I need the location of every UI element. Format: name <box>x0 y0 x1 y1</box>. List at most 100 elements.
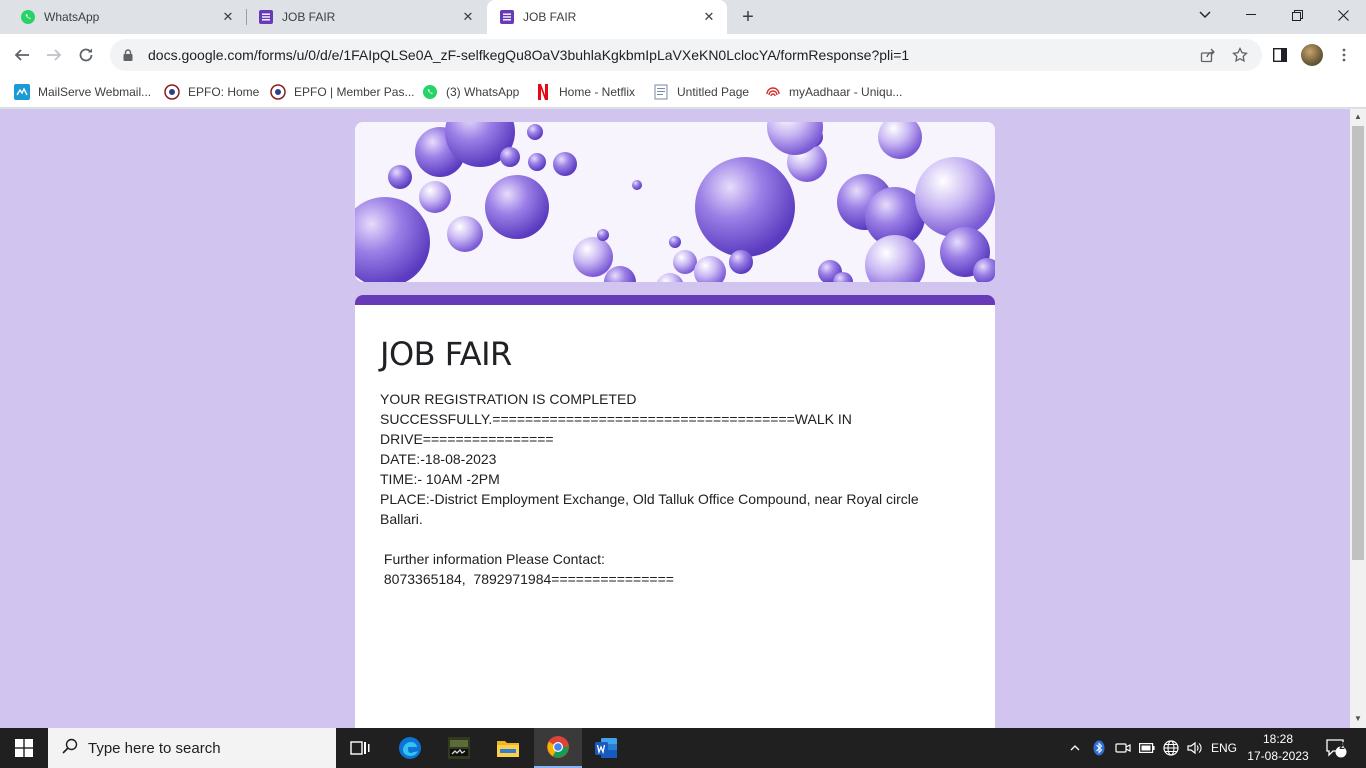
chevron-down-icon <box>1199 11 1211 18</box>
tab-whatsapp[interactable]: WhatsApp ✕ <box>0 0 246 34</box>
volume-icon[interactable] <box>1186 728 1204 768</box>
aadhaar-icon <box>765 84 781 100</box>
taskbar-chrome[interactable] <box>534 728 582 768</box>
message-line: SUCCESSFULLY.===========================… <box>380 411 852 427</box>
bookmark-epfo-home[interactable]: EPFO: Home <box>164 82 259 102</box>
taskbar-edge[interactable] <box>386 728 434 768</box>
message-line: 8073365184, 7892971984=============== <box>380 571 674 587</box>
word-icon <box>595 738 617 758</box>
message-line: PLACE:-District Employment Exchange, Old… <box>380 491 919 507</box>
google-forms-icon <box>499 9 515 25</box>
whatsapp-icon <box>20 9 36 25</box>
tab-job-fair-active[interactable]: JOB FAIR ✕ <box>487 0 727 34</box>
page-scrollbar[interactable]: ▲ ▼ <box>1350 109 1366 728</box>
form-accent-bar <box>355 295 995 305</box>
url-text: docs.google.com/forms/u/0/d/e/1FAIpQLSe0… <box>148 47 910 63</box>
bookmark-label: Home - Netflix <box>559 85 636 99</box>
confirmation-message: YOUR REGISTRATION IS COMPLETED SUCCESSFU… <box>380 389 960 589</box>
bookmarks-bar: MailServe Webmail... EPFO: Home EPFO | M… <box>0 76 1366 108</box>
bookmark-mailserve[interactable]: MailServe Webmail... <box>14 82 151 102</box>
arrow-right-icon <box>47 49 62 61</box>
close-window-button[interactable] <box>1320 0 1366 30</box>
bookmark-epfo-member[interactable]: EPFO | Member Pas... <box>270 82 414 102</box>
taskbar-file-explorer[interactable] <box>484 728 532 768</box>
message-line: DRIVE================ <box>380 431 554 447</box>
message-line: Further information Please Contact: <box>380 551 605 567</box>
restore-button[interactable] <box>1274 0 1320 30</box>
search-placeholder: Type here to search <box>88 739 221 757</box>
reload-icon <box>79 48 93 62</box>
whatsapp-icon <box>422 84 438 100</box>
page-icon <box>653 84 669 100</box>
epfo-icon <box>164 84 180 100</box>
share-icon[interactable] <box>1199 46 1217 64</box>
notification-center-button[interactable]: 2 <box>1320 728 1352 768</box>
bookmark-aadhaar[interactable]: myAadhaar - Uniqu... <box>765 82 902 102</box>
notification-count-badge: 2 <box>1339 741 1345 752</box>
bluetooth-icon[interactable] <box>1090 728 1108 768</box>
search-icon <box>62 738 78 759</box>
bookmark-label: MailServe Webmail... <box>38 85 152 99</box>
message-line: YOUR REGISTRATION IS COMPLETED <box>380 391 637 407</box>
scroll-down-arrow-icon[interactable]: ▼ <box>1354 714 1362 723</box>
form-card: JOB FAIR YOUR REGISTRATION IS COMPLETED … <box>355 295 995 728</box>
address-bar[interactable]: docs.google.com/forms/u/0/d/e/1FAIpQLSe0… <box>110 39 1262 71</box>
message-line: DATE:-18-08-2023 <box>380 451 497 467</box>
reload-button[interactable] <box>74 43 98 67</box>
input-language-indicator[interactable]: ENG <box>1208 728 1240 768</box>
form-page: JOB FAIR YOUR REGISTRATION IS COMPLETED … <box>0 109 1350 728</box>
close-icon[interactable]: ✕ <box>220 9 236 25</box>
show-hidden-icons-button[interactable] <box>1066 728 1084 768</box>
close-icon[interactable]: ✕ <box>701 9 717 25</box>
taskbar-clock[interactable]: 18:28 17-08-2023 <box>1246 731 1310 765</box>
bookmark-untitled[interactable]: Untitled Page <box>653 82 749 102</box>
forward-button[interactable] <box>42 43 66 67</box>
chrome-icon <box>547 736 569 758</box>
taskbar-nfs-game[interactable] <box>435 728 483 768</box>
arrow-left-icon <box>14 49 29 61</box>
task-view-button[interactable] <box>336 728 384 768</box>
profile-avatar[interactable] <box>1301 44 1323 66</box>
minimize-button[interactable] <box>1228 0 1274 30</box>
side-panel-icon[interactable] <box>1270 45 1290 65</box>
bookmark-label: myAadhaar - Uniqu... <box>789 85 903 99</box>
close-icon[interactable]: ✕ <box>460 9 476 25</box>
bookmark-netflix[interactable]: Home - Netflix <box>535 82 635 102</box>
windows-taskbar: Type here to search ENG 18:28 17-08-2023 <box>0 728 1366 768</box>
bookmark-label: (3) WhatsApp <box>446 85 520 99</box>
back-button[interactable] <box>10 43 34 67</box>
bookmark-star-icon[interactable] <box>1231 46 1249 64</box>
scrollbar-thumb[interactable] <box>1352 126 1364 560</box>
meet-now-icon[interactable] <box>1114 728 1132 768</box>
clock-date: 17-08-2023 <box>1247 749 1309 763</box>
menu-icon[interactable] <box>1334 45 1354 65</box>
scroll-up-arrow-icon[interactable]: ▲ <box>1354 112 1362 121</box>
netflix-icon <box>535 84 551 100</box>
form-header-image <box>355 122 995 282</box>
taskbar-search-input[interactable]: Type here to search <box>48 728 336 768</box>
mailserve-icon <box>14 84 30 100</box>
bookmark-label: EPFO: Home <box>188 85 260 99</box>
battery-icon[interactable] <box>1138 728 1156 768</box>
bookmark-label: EPFO | Member Pas... <box>294 85 415 99</box>
tab-strip: WhatsApp ✕ JOB FAIR ✕ JOB FAIR ✕ + <box>0 0 1366 34</box>
message-line: TIME:- 10AM -2PM <box>380 471 500 487</box>
message-line: Ballari. <box>380 511 423 527</box>
network-globe-icon[interactable] <box>1162 728 1180 768</box>
taskbar-word[interactable] <box>582 728 630 768</box>
new-tab-button[interactable]: + <box>736 5 760 29</box>
edge-icon <box>399 737 421 759</box>
lock-icon <box>120 49 136 61</box>
browser-toolbar: docs.google.com/forms/u/0/d/e/1FAIpQLSe0… <box>0 34 1366 76</box>
start-button[interactable] <box>0 728 48 768</box>
nfs-game-icon <box>448 737 470 759</box>
tab-title: JOB FAIR <box>523 10 577 24</box>
tab-search-button[interactable] <box>1182 0 1228 30</box>
task-view-icon <box>350 741 370 755</box>
tab-title: JOB FAIR <box>282 10 336 24</box>
clock-time: 18:28 <box>1262 732 1294 746</box>
tab-title: WhatsApp <box>44 10 100 24</box>
tab-job-fair-1[interactable]: JOB FAIR ✕ <box>238 0 486 34</box>
windows-logo-icon <box>15 739 33 757</box>
bookmark-whatsapp[interactable]: (3) WhatsApp <box>422 82 519 102</box>
